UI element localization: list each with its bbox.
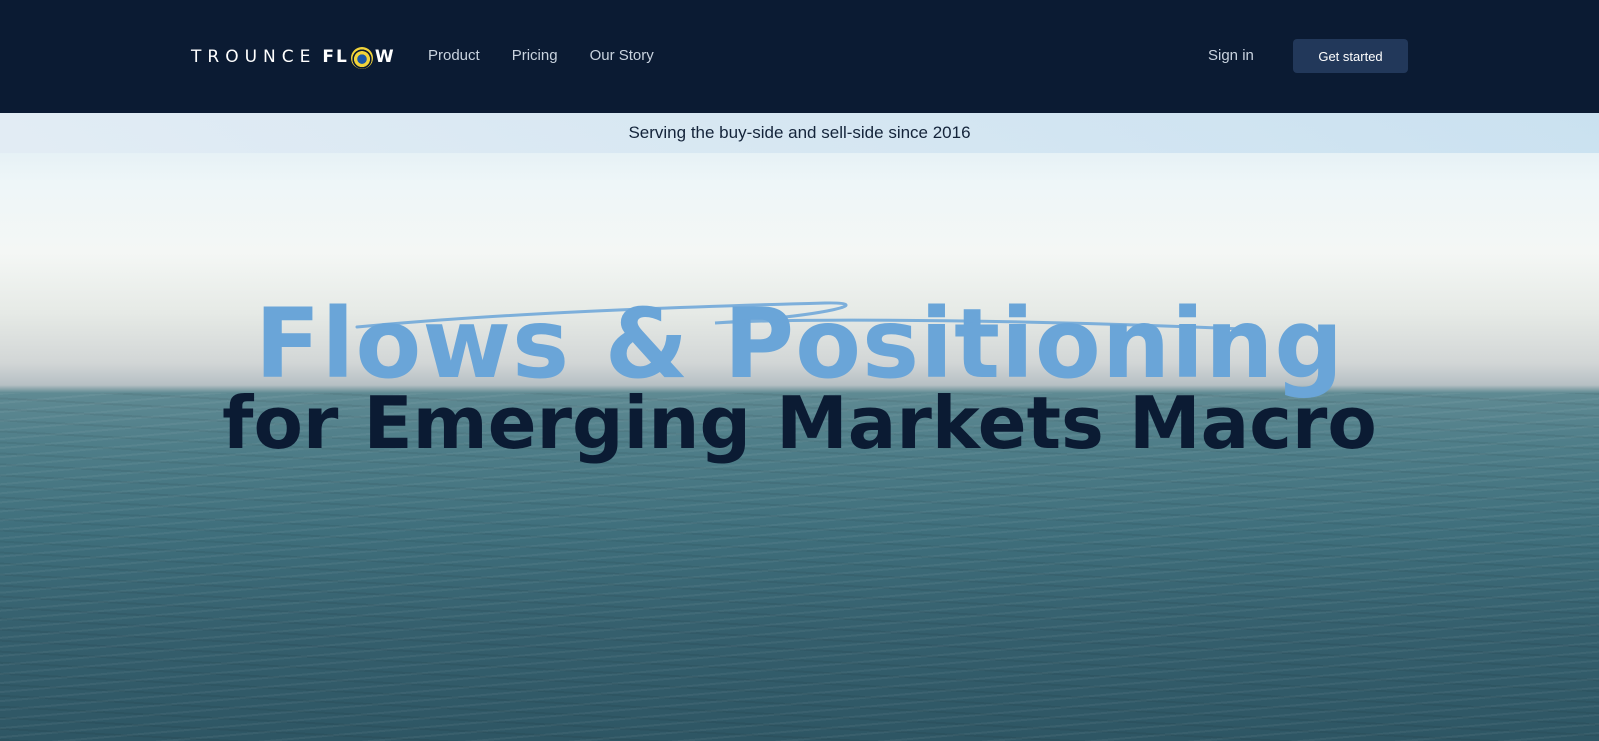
hero-section: Serving the buy-side and sell-side since… — [0, 113, 1599, 741]
logo-text-w: W — [374, 47, 396, 67]
nav-link-our-story[interactable]: Our Story — [590, 47, 654, 64]
logo-text-fl: FL — [322, 47, 349, 67]
sign-in-link[interactable]: Sign in — [1208, 47, 1254, 64]
headline-swash-underline-icon — [355, 301, 1245, 331]
trounce-flow-logo[interactable]: TROUNCE FL W — [191, 45, 396, 69]
top-navigation: TROUNCE FL W Product Pricing Our Story S… — [0, 0, 1599, 113]
nav-link-product[interactable]: Product — [428, 47, 480, 64]
logo-text-trounce: TROUNCE — [191, 47, 317, 67]
hero-headline-main: for Emerging Markets Macro — [222, 380, 1377, 465]
logo-o-ring-icon — [350, 47, 373, 69]
announcement-banner: Serving the buy-side and sell-side since… — [0, 113, 1599, 153]
logo-text-flow: FL W — [322, 46, 396, 69]
get-started-button[interactable]: Get started — [1293, 39, 1408, 73]
nav-link-pricing[interactable]: Pricing — [512, 47, 558, 64]
banner-text: Serving the buy-side and sell-side since… — [628, 123, 971, 142]
primary-nav-links: Product Pricing Our Story — [428, 47, 654, 64]
